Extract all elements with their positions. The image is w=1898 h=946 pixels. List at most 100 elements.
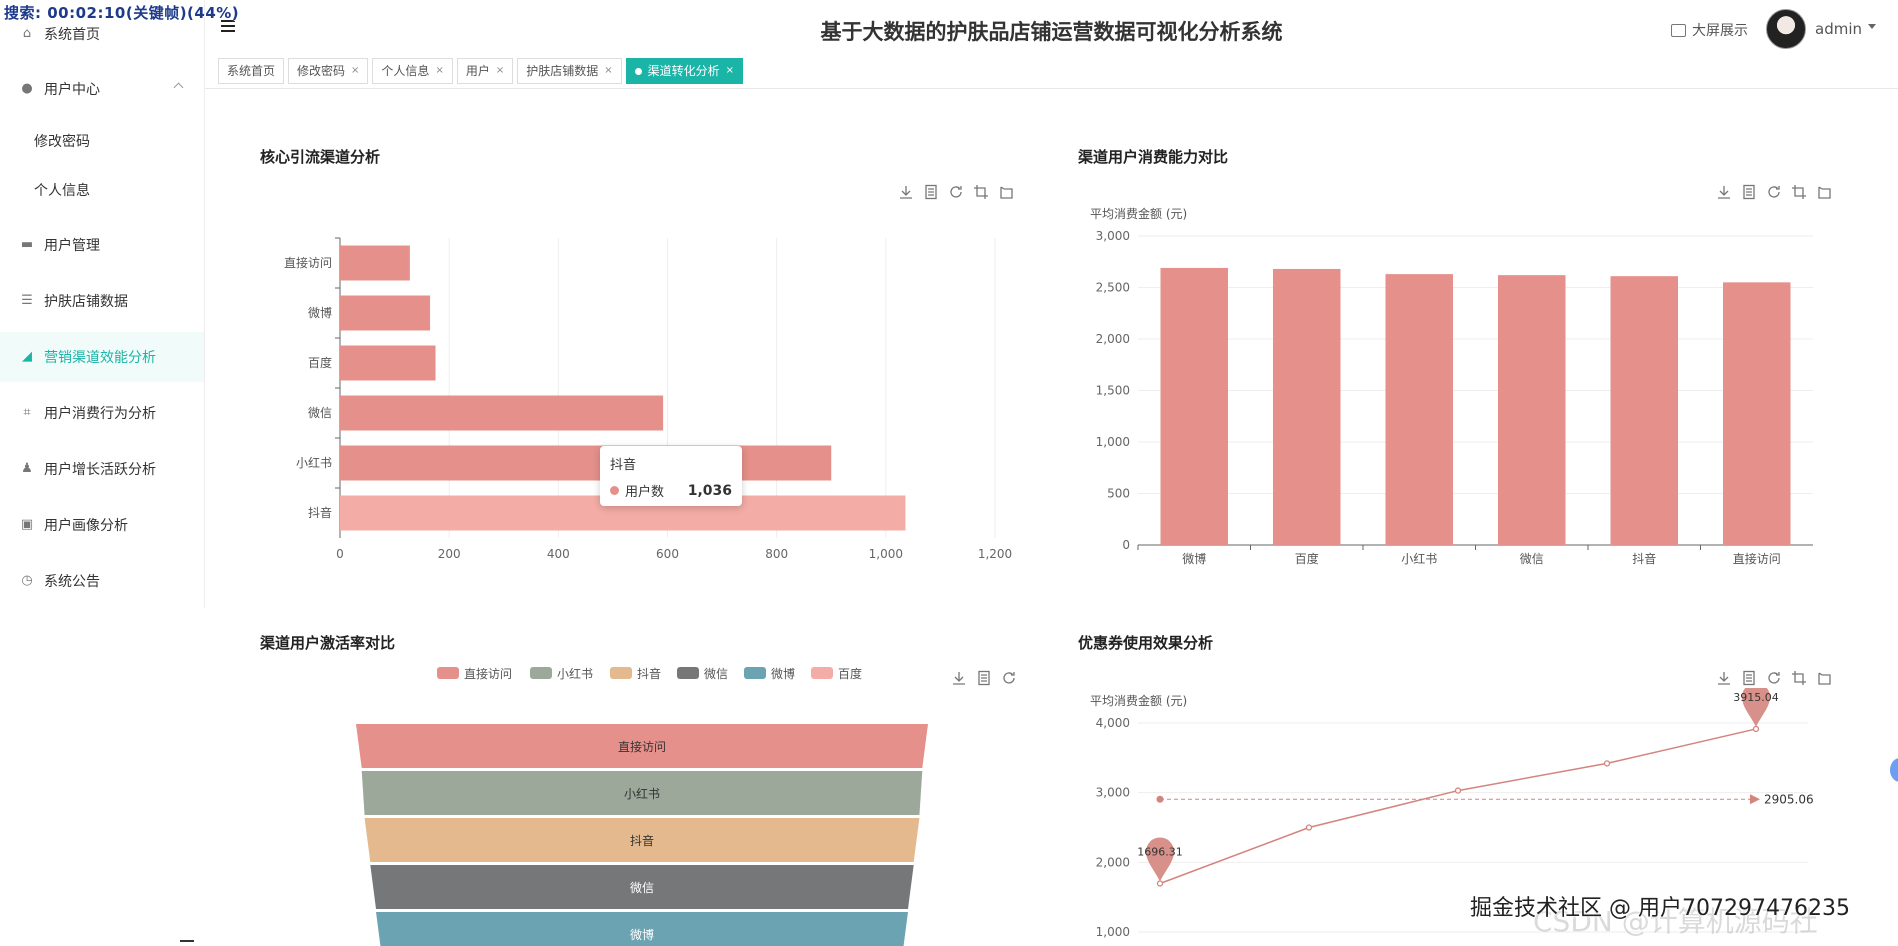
data-point — [1156, 880, 1164, 887]
legend-swatch — [811, 667, 833, 679]
mean-label: 2905.06 — [1764, 792, 1814, 806]
close-icon[interactable]: × — [726, 59, 734, 83]
floating-button[interactable] — [1890, 758, 1898, 782]
sidebar-item-portrait-analysis[interactable]: ▣ 用户画像分析 — [0, 500, 204, 550]
x-tick-label: 1,200 — [978, 547, 1012, 561]
sidebar-item-user-management[interactable]: ▬ 用户管理 — [0, 220, 204, 270]
user-icon: ● — [21, 81, 33, 96]
bar — [1273, 268, 1341, 545]
close-icon[interactable]: × — [604, 59, 612, 83]
chat-icon: ▣ — [20, 517, 34, 532]
y-tick-label: 百度 — [308, 355, 332, 370]
zoom-reset-icon[interactable] — [1816, 670, 1832, 686]
caret-down-icon[interactable] — [1868, 24, 1876, 29]
fullscreen-button[interactable]: 大屏展示 — [1671, 20, 1748, 40]
bar — [1610, 276, 1678, 545]
fullscreen-label: 大屏展示 — [1692, 23, 1748, 39]
x-tick-label: 0 — [336, 547, 344, 561]
legend-label: 百度 — [838, 666, 862, 681]
zoom-icon[interactable] — [1791, 670, 1807, 686]
watermark: 掘金技术社区 @ 用户707297476235 — [1470, 896, 1850, 921]
sidebar-item-label: 用户画像分析 — [44, 518, 128, 534]
monitor-icon: ▬ — [20, 237, 34, 252]
page-title: 基于大数据的护肤品店铺运营数据可视化分析系统 — [820, 20, 1283, 44]
sidebar-item-consumption-analysis[interactable]: ⌗ 用户消费行为分析 — [0, 388, 204, 438]
tab-change-password[interactable]: 修改密码 × — [288, 58, 369, 84]
sidebar-item-label: 营销渠道效能分析 — [44, 350, 156, 366]
x-tick-label: 小红书 — [1401, 551, 1437, 566]
tab-label: 用户 — [465, 64, 490, 78]
sidebar-item-channel-analysis[interactable]: ◢ 营销渠道效能分析 — [0, 332, 204, 382]
bar — [340, 445, 832, 481]
download-icon[interactable] — [1716, 184, 1732, 200]
close-icon[interactable]: × — [435, 59, 443, 83]
download-icon[interactable] — [1716, 670, 1732, 686]
funnel-label: 微信 — [630, 881, 654, 895]
close-icon[interactable]: × — [351, 59, 359, 83]
refresh-icon[interactable] — [948, 184, 964, 200]
panel-title-core-channels: 核心引流渠道分析 — [260, 148, 381, 166]
chart-toolbox — [898, 184, 1014, 200]
download-icon[interactable] — [898, 184, 914, 200]
legend-label: 抖音 — [637, 666, 661, 681]
y-tick-label: 小红书 — [296, 455, 332, 470]
y-tick-label: 1,500 — [1096, 384, 1130, 398]
chart-activation: 直接访问 小红书 抖音 微信 微博 百度直接访问小红书抖音微信微博 — [356, 666, 928, 946]
data-view-icon[interactable] — [1741, 670, 1757, 686]
min-marker-label: 1696.31 — [1137, 845, 1183, 858]
y-tick-label: 4,000 — [1096, 716, 1130, 730]
y-tick-label: 3,000 — [1096, 786, 1130, 800]
tab-store-data[interactable]: 护肤店铺数据 × — [517, 58, 622, 84]
panel-title-consumption: 渠道用户消费能力对比 — [1078, 148, 1229, 166]
data-view-icon[interactable] — [1741, 184, 1757, 200]
bar — [1498, 275, 1566, 545]
y-tick-label: 2,000 — [1096, 855, 1130, 869]
sidebar-item-change-password[interactable]: 修改密码 — [0, 116, 204, 166]
sidebar-item-label: 用户消费行为分析 — [44, 406, 156, 422]
y-tick-label: 2,000 — [1096, 332, 1130, 346]
zoom-reset-icon[interactable] — [1816, 184, 1832, 200]
sidebar-item-user-center[interactable]: ● 用户中心 — [0, 64, 204, 114]
sidebar-item-label: 系统公告 — [44, 574, 100, 590]
panel-title-activation: 渠道用户激活率对比 — [260, 634, 396, 652]
zoom-reset-icon[interactable] — [998, 184, 1014, 200]
tab-channel-conversion[interactable]: 渠道转化分析 × — [625, 58, 744, 84]
funnel-label: 微博 — [630, 927, 654, 942]
sidebar-item-announcements[interactable]: ◷ 系统公告 — [0, 556, 204, 606]
tooltip-title: 抖音 — [610, 458, 637, 473]
tab-users[interactable]: 用户 × — [456, 58, 514, 84]
tab-home[interactable]: 系统首页 — [218, 58, 285, 84]
legend-swatch — [744, 667, 766, 679]
sidebar-item-store-data[interactable]: ☰ 护肤店铺数据 — [0, 276, 204, 326]
refresh-icon[interactable] — [1766, 184, 1782, 200]
sidebar-item-label: 用户中心 — [44, 82, 100, 98]
trend-icon: ◢ — [22, 349, 32, 364]
x-tick-label: 抖音 — [1632, 551, 1656, 566]
zoom-icon[interactable] — [973, 184, 989, 200]
y-tick-label: 抖音 — [308, 505, 332, 520]
crop-icon: ⌗ — [23, 405, 31, 420]
username[interactable]: admin — [1815, 20, 1862, 38]
zoom-icon[interactable] — [1791, 184, 1807, 200]
bar — [1723, 282, 1791, 545]
y-tick-label: 1,000 — [1096, 435, 1130, 449]
x-tick-label: 百度 — [1295, 551, 1319, 566]
funnel-label: 直接访问 — [618, 739, 666, 754]
y-tick-label: 1,000 — [1096, 925, 1130, 939]
tab-label: 护肤店铺数据 — [526, 64, 599, 78]
screen-icon — [1671, 23, 1686, 37]
data-view-icon[interactable] — [923, 184, 939, 200]
refresh-icon[interactable] — [1766, 670, 1782, 686]
legend-label: 微信 — [704, 667, 728, 681]
recording-overlay: 搜索: 00:02:10(关键帧)(44%) — [4, 4, 240, 22]
legend-swatch — [437, 667, 459, 679]
avatar[interactable] — [1766, 9, 1806, 49]
tab-label: 渠道转化分析 — [647, 64, 720, 78]
sidebar-item-growth-analysis[interactable]: ♟ 用户增长活跃分析 — [0, 444, 204, 494]
chart-toolbox — [1716, 670, 1832, 686]
close-icon[interactable]: × — [496, 59, 504, 83]
sidebar-item-personal-info[interactable]: 个人信息 — [0, 165, 204, 215]
tab-bar: 系统首页 修改密码 × 个人信息 × 用户 × 护肤店铺数据 × 渠道转化分析 × — [218, 58, 744, 84]
x-tick-label: 微信 — [1520, 552, 1544, 566]
tab-personal-info[interactable]: 个人信息 × — [372, 58, 453, 84]
